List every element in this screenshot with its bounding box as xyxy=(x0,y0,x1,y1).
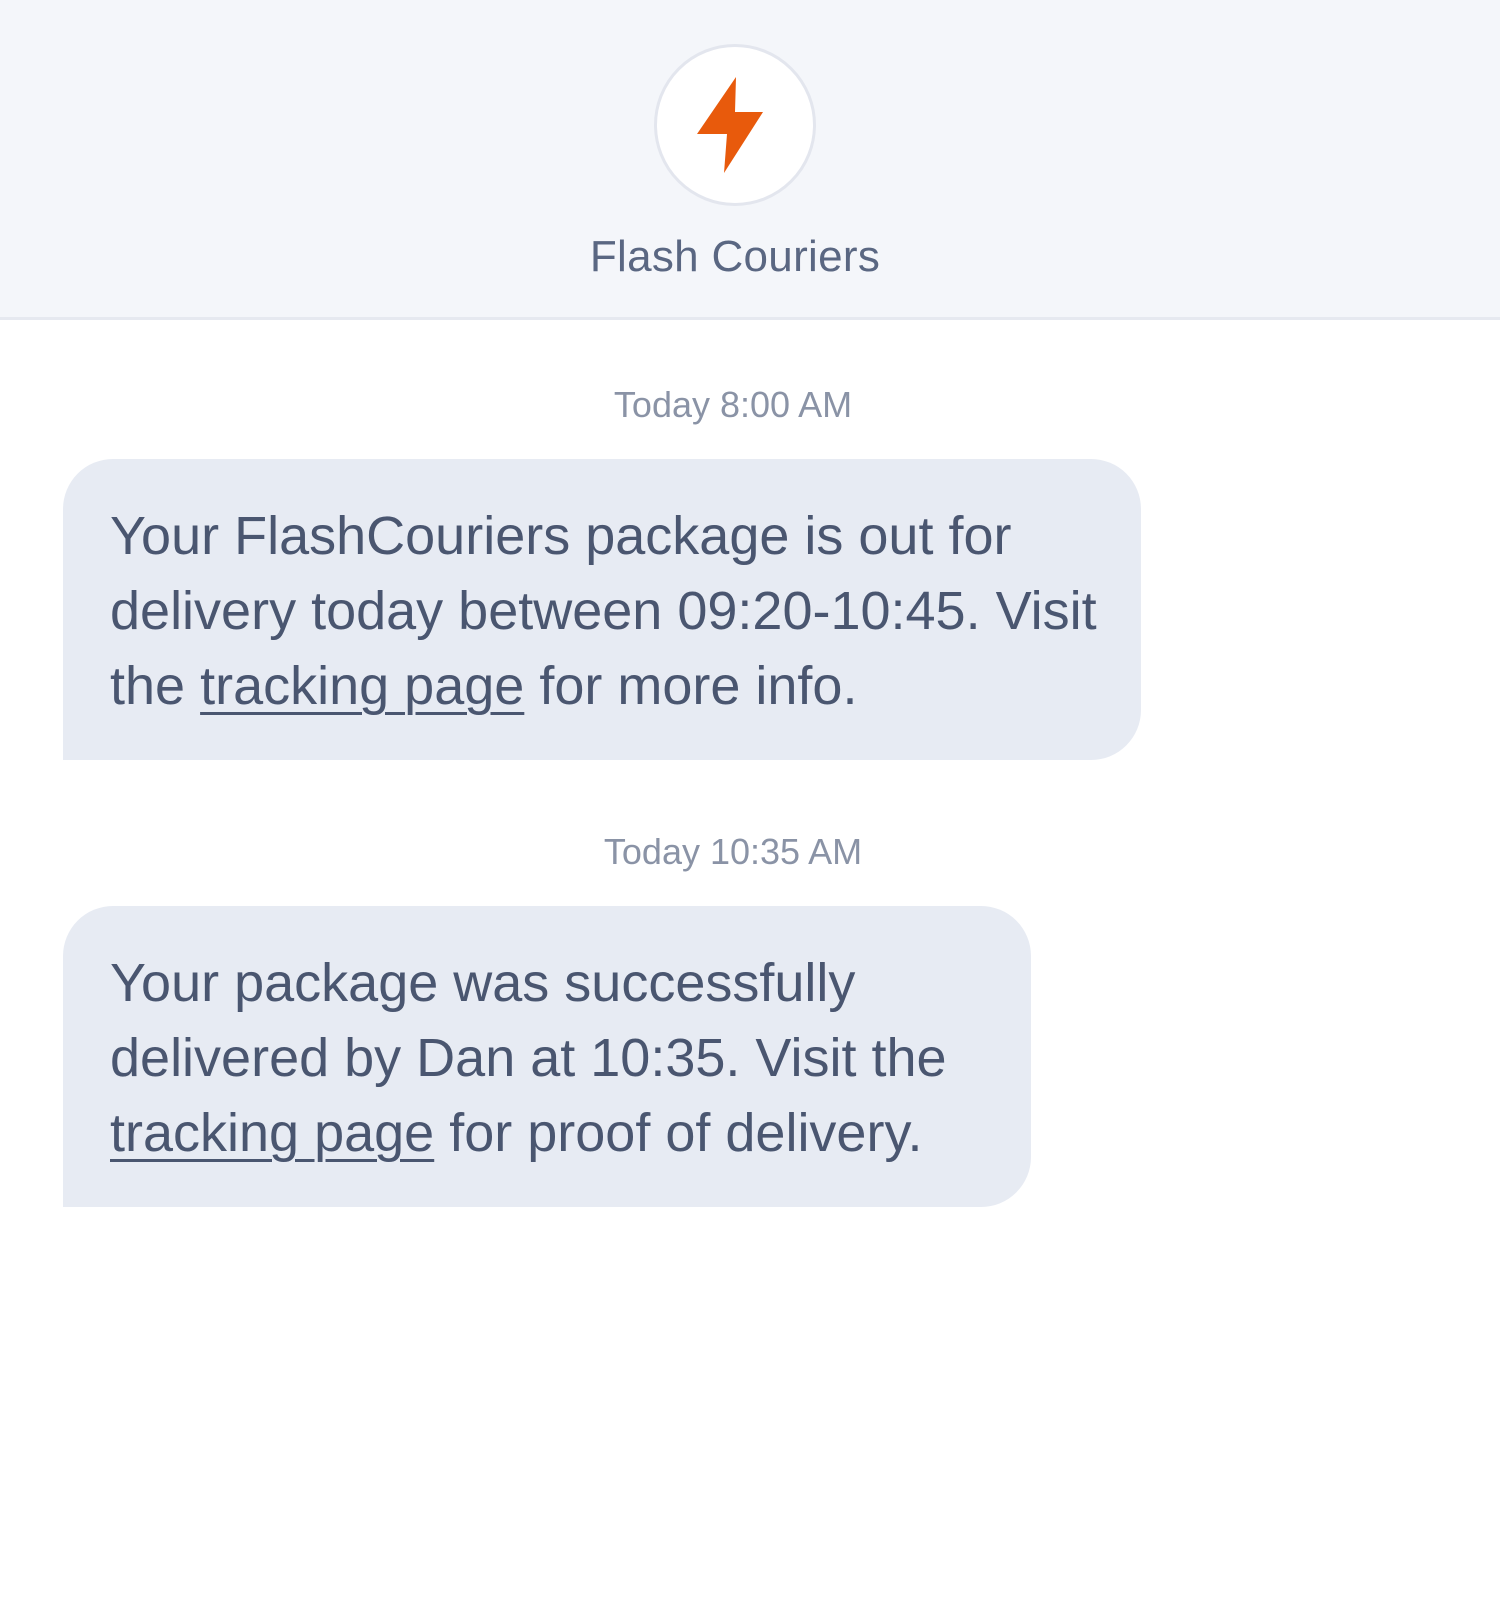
tracking-page-link[interactable]: tracking page xyxy=(110,1103,434,1163)
message-timestamp: Today 8:00 AM xyxy=(613,384,853,425)
message-text: for proof of delivery. xyxy=(449,1103,923,1163)
sender-name: Flash Couriers xyxy=(589,232,881,281)
tracking-page-link[interactable]: tracking page xyxy=(200,656,524,716)
lightning-bolt-icon xyxy=(697,77,763,173)
message-text: for more info. xyxy=(539,656,858,716)
message-timestamp: Today 10:35 AM xyxy=(603,831,863,872)
message-bubble: Your FlashCouriers package is out for de… xyxy=(63,459,1141,760)
sender-avatar[interactable] xyxy=(654,44,816,206)
message-bubble: Your package was successfully delivered … xyxy=(63,906,1031,1207)
message-text: Your package was successfully delivered … xyxy=(110,953,947,1088)
conversation-header: Flash Couriers xyxy=(0,0,1500,320)
